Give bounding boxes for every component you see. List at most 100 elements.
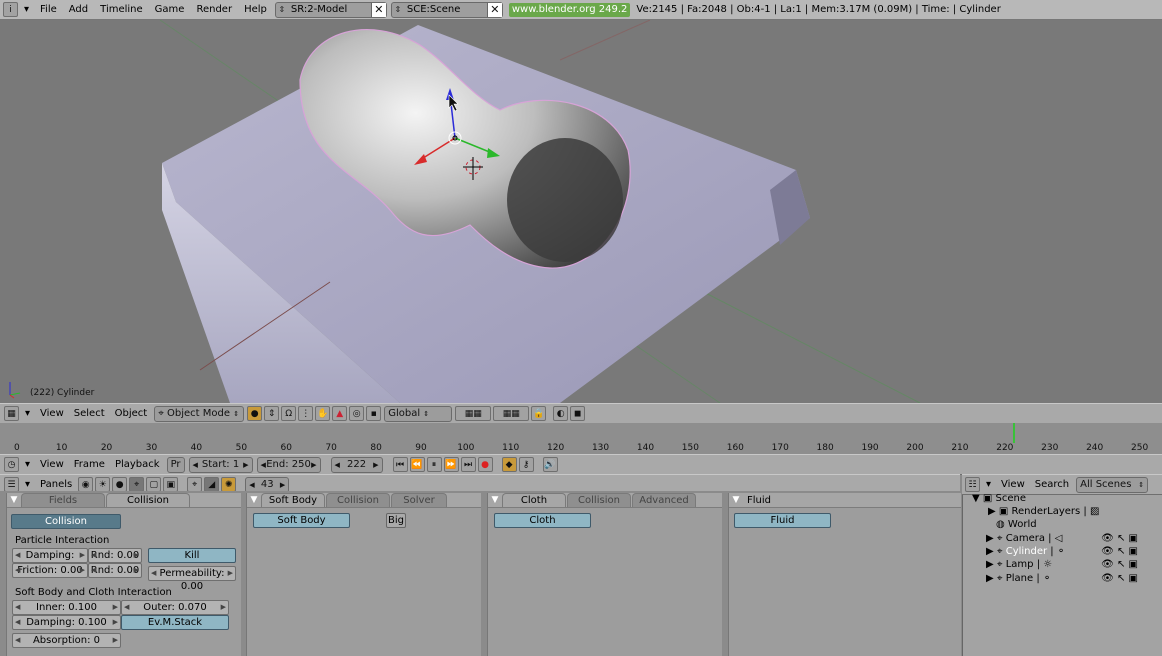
visibility-icon[interactable]: 👁 ↖ ▣	[1101, 532, 1138, 545]
lock-icon[interactable]: 🔒	[531, 406, 547, 421]
outliner-item-plane[interactable]: ▶ ⌖ Plane | ⚬ 👁 ↖ ▣	[986, 572, 1162, 585]
tab-fields[interactable]: Fields	[21, 493, 105, 507]
menu-frame[interactable]: Frame	[69, 459, 110, 470]
tab-cloth[interactable]: Cloth	[502, 493, 566, 507]
physics-subcontext-icon[interactable]: ◢	[204, 477, 220, 492]
fluid-toggle-button[interactable]: Fluid	[734, 513, 831, 528]
decrement-icon[interactable]: ◀	[249, 481, 254, 489]
decrement-icon[interactable]: ◀	[15, 564, 20, 577]
rotate-icon[interactable]: ◎	[349, 406, 365, 421]
object-subcontext-icon[interactable]: ⌖	[187, 477, 203, 492]
decrement-icon[interactable]: ◀	[15, 616, 20, 629]
menu-timeline[interactable]: Timeline	[94, 0, 149, 19]
menu-search[interactable]: Search	[1030, 479, 1074, 490]
current-frame-marker[interactable]	[1013, 423, 1016, 443]
menu-game[interactable]: Game	[149, 0, 191, 19]
screen-name[interactable]: SR:2-Model	[288, 4, 371, 15]
increment-icon[interactable]: ▶	[80, 564, 85, 577]
damping-field[interactable]: ◀Damping: 0.00▶	[12, 548, 88, 574]
script-context-icon[interactable]: ☀	[95, 477, 111, 492]
increment-icon[interactable]: ▶	[80, 549, 85, 562]
tab-collision[interactable]: Collision	[106, 493, 190, 507]
random-damping-field[interactable]: ◀ Rnd: 0.00 ▶	[88, 548, 142, 563]
random-friction-field[interactable]: ◀ Rnd: 0.00 ▶	[88, 563, 142, 578]
close-icon[interactable]: ✕	[486, 2, 502, 17]
step-back-icon[interactable]: ⏪	[409, 457, 425, 472]
outliner-filter-selector[interactable]: All Scenes ⇕	[1076, 476, 1149, 493]
editing-context-icon[interactable]: ▢	[146, 477, 162, 492]
keyframe-icon[interactable]: ◆	[501, 457, 517, 472]
absorption-field[interactable]: ◀ Absorption: 0 ▶	[12, 633, 121, 648]
increment-icon[interactable]: ▶	[243, 461, 248, 469]
outliner-item-scene[interactable]: ▼ ▣ Scene	[972, 492, 1162, 505]
big-button[interactable]: Big	[386, 513, 406, 528]
shading-context-icon[interactable]: ●	[112, 477, 128, 492]
expand-triangle-icon[interactable]: ▶	[986, 546, 994, 557]
hand-manipulator-icon[interactable]: ✋	[315, 406, 331, 421]
tab-softbody-collision[interactable]: Collision	[326, 493, 390, 507]
jump-end-icon[interactable]: ⏭	[460, 457, 476, 472]
mode-selector[interactable]: ⌖ Object Mode ⇕	[154, 405, 245, 422]
step-forward-icon[interactable]: ⏩	[443, 457, 459, 472]
collision-toggle-button[interactable]: Collision	[11, 514, 121, 529]
decrement-icon[interactable]: ◀	[15, 549, 20, 562]
3d-viewport[interactable]	[0, 20, 1162, 403]
layer-grid-icon[interactable]: ▦▦	[455, 406, 492, 421]
decrement-icon[interactable]: ◀	[124, 601, 129, 614]
decrement-icon[interactable]: ◀	[151, 567, 156, 580]
preview-range-button[interactable]: Pr	[166, 456, 185, 473]
outliner-editor-icon[interactable]: ☷	[965, 477, 980, 492]
menu-object[interactable]: Object	[110, 408, 153, 419]
layer-grid-icon-2[interactable]: ▦▦	[493, 406, 530, 421]
menu-render[interactable]: Render	[190, 0, 238, 19]
snap-icon[interactable]: ⋮	[298, 406, 314, 421]
orientation-selector[interactable]: Global ⇕	[384, 405, 453, 422]
outliner-item-camera[interactable]: ▶ ⌖ Camera | ◁ 👁 ↖ ▣	[986, 532, 1162, 545]
expand-triangle-icon[interactable]: ▼	[972, 493, 980, 504]
visibility-icon[interactable]: 👁 ↖ ▣	[1101, 558, 1138, 571]
collapse-triangle-icon[interactable]: ▼	[7, 495, 21, 505]
pause-icon[interactable]: ⏸	[426, 457, 442, 472]
visibility-icon[interactable]: 👁 ↖ ▣	[1101, 572, 1138, 585]
menu-file[interactable]: File	[34, 0, 63, 19]
menu-add[interactable]: Add	[63, 0, 94, 19]
visibility-icon[interactable]: 👁 ↖ ▣	[1101, 545, 1138, 558]
increment-icon[interactable]: ▶	[373, 461, 378, 469]
scene-name[interactable]: SCE:Scene	[404, 4, 487, 15]
draw-type-icon[interactable]: ●	[247, 406, 263, 421]
increment-icon[interactable]: ▶	[134, 564, 139, 577]
menu-playback[interactable]: Playback	[110, 459, 165, 470]
close-icon[interactable]: ✕	[370, 2, 386, 17]
decrement-icon[interactable]: ◀	[91, 549, 96, 562]
record-icon[interactable]: ●	[477, 457, 493, 472]
end-frame-field[interactable]: ◀ End: 250 ▶	[256, 456, 321, 473]
cloth-toggle-button[interactable]: Cloth	[494, 513, 591, 528]
object-context-icon[interactable]: ⌖	[129, 477, 145, 492]
collapse-arrow-icon[interactable]: ▾	[981, 479, 996, 490]
collapse-arrow-icon[interactable]: ▾	[20, 479, 35, 490]
decrement-icon[interactable]: ◀	[335, 461, 340, 469]
info-window-icon[interactable]: i	[3, 2, 18, 17]
soft-body-toggle-button[interactable]: Soft Body	[253, 513, 350, 528]
expand-triangle-icon[interactable]: ▶	[986, 533, 994, 544]
tab-solver[interactable]: Solver	[391, 493, 447, 507]
increment-icon[interactable]: ▶	[311, 461, 316, 469]
particles-subcontext-icon[interactable]: ✺	[221, 477, 237, 492]
outliner-item-renderlayers[interactable]: ▶ ▣ RenderLayers | ▨	[988, 505, 1162, 518]
kill-button[interactable]: Kill	[148, 548, 236, 563]
increment-icon[interactable]: ▶	[113, 601, 118, 614]
tab-cloth-collision[interactable]: Collision	[567, 493, 631, 507]
tab-advanced[interactable]: Advanced	[632, 493, 696, 507]
collapse-triangle-icon[interactable]: ▼	[729, 495, 743, 505]
menu-view[interactable]: View	[35, 459, 69, 470]
timeline-editor-icon[interactable]: ◷	[4, 457, 19, 472]
menu-outliner-view[interactable]: View	[996, 479, 1030, 490]
magnet-icon[interactable]: Ω	[281, 406, 297, 421]
decrement-icon[interactable]: ◀	[15, 634, 20, 647]
expand-triangle-icon[interactable]: ▶	[988, 506, 996, 517]
collapse-triangle-icon[interactable]: ▼	[488, 495, 502, 505]
render-icon[interactable]: ◼	[570, 406, 586, 421]
inner-field[interactable]: ◀ Inner: 0.100 ▶	[12, 600, 121, 615]
increment-icon[interactable]: ▶	[113, 616, 118, 629]
render-preview-icon[interactable]: ◐	[553, 406, 569, 421]
